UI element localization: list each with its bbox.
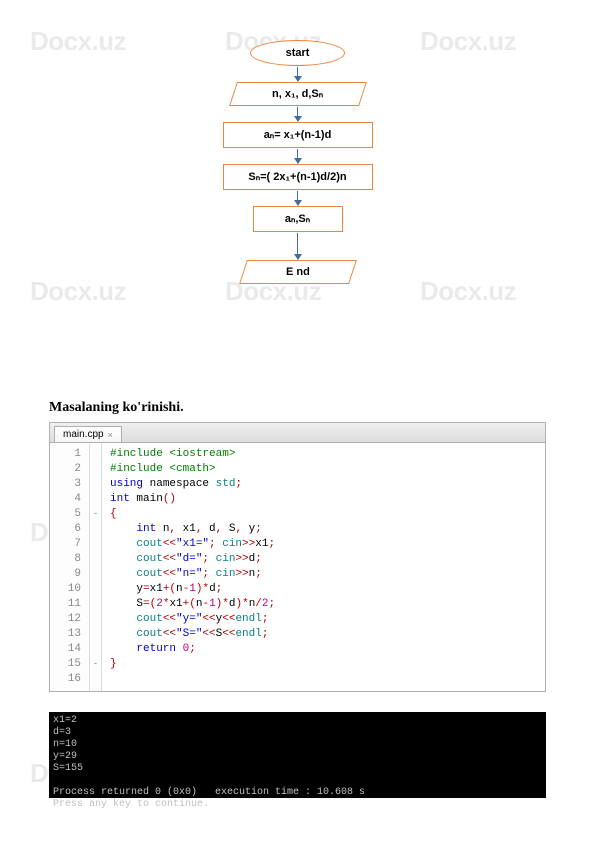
flow-process-2: Sₙ=( 2x₁+(n-1)d/2)n <box>223 164 373 190</box>
section-title: Masalaning ko'rinishi. <box>49 400 184 416</box>
tab-label: main.cpp <box>63 429 104 440</box>
code-editor: main.cpp × 12345678910111213141516 -- #i… <box>49 422 546 692</box>
watermark: Docx.uz <box>30 26 126 57</box>
fold-column: -- <box>90 443 102 691</box>
tab-main-cpp[interactable]: main.cpp × <box>54 426 122 442</box>
flow-arrow-icon <box>297 67 299 81</box>
tab-bar: main.cpp × <box>50 423 545 443</box>
flow-process-1: aₙ= x₁+(n-1)d <box>223 122 373 148</box>
flow-output: aₙ,Sₙ <box>253 206 343 232</box>
watermark: Docx.uz <box>30 276 126 307</box>
flow-arrow-icon <box>297 191 299 205</box>
watermark: Docx.uz <box>420 276 516 307</box>
flow-arrow-icon <box>297 149 299 163</box>
flow-end: E nd <box>239 260 357 284</box>
flow-input: n, x₁, d,Sₙ <box>229 82 367 106</box>
watermark: Docx.uz <box>420 26 516 57</box>
console-output: x1=2 d=3 n=10 y=29 S=155 Process returne… <box>49 712 546 798</box>
flowchart: start n, x₁, d,Sₙ aₙ= x₁+(n-1)d Sₙ=( 2x₁… <box>205 40 390 284</box>
flow-arrow-icon <box>297 233 299 259</box>
line-gutter: 12345678910111213141516 <box>50 443 90 691</box>
close-icon[interactable]: × <box>108 430 113 440</box>
flow-arrow-icon <box>297 107 299 121</box>
flow-start: start <box>250 40 345 66</box>
code-content[interactable]: #include <iostream>#include <cmath>using… <box>102 443 275 691</box>
